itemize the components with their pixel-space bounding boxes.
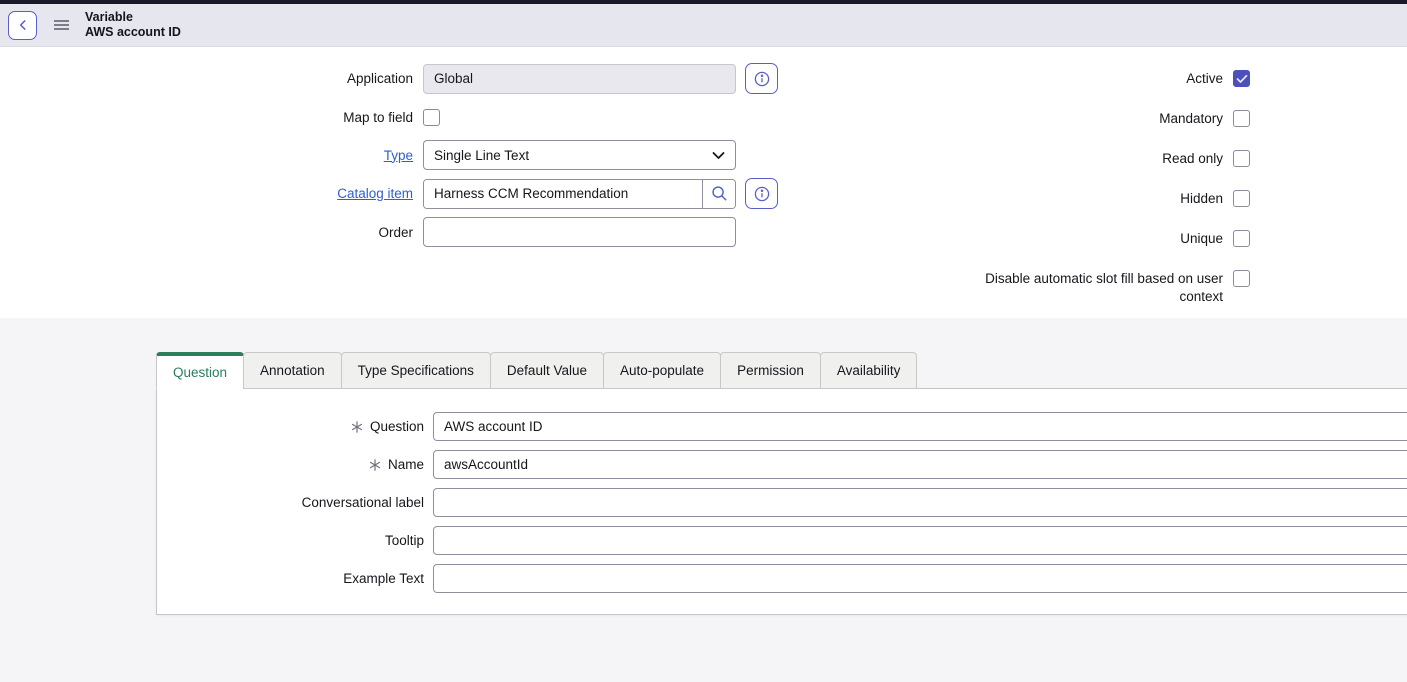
tab-question[interactable]: Question — [156, 352, 244, 389]
read-only-label: Read only — [950, 150, 1233, 168]
name-field[interactable] — [433, 450, 1407, 479]
tab-type-specifications[interactable]: Type Specifications — [341, 352, 491, 389]
page-title: Variable AWS account ID — [85, 10, 181, 40]
read-only-checkbox[interactable] — [1233, 150, 1250, 167]
map-to-field-label: Map to field — [0, 110, 423, 125]
tab-permission[interactable]: Permission — [720, 352, 821, 389]
active-row: Active — [950, 70, 1250, 88]
question-label: Question — [370, 419, 424, 434]
form-left-column: Application Map to field Type Single Lin… — [0, 63, 800, 255]
catalog-item-reference-field — [423, 179, 736, 209]
order-field[interactable] — [423, 217, 736, 247]
unique-checkbox[interactable] — [1233, 230, 1250, 247]
tab-annotation[interactable]: Annotation — [243, 352, 342, 389]
catalog-item-input[interactable] — [424, 180, 702, 208]
mandatory-row: Mandatory — [950, 110, 1250, 128]
form-right-column: Active Mandatory Read only Hidden Unique… — [950, 70, 1250, 306]
chevron-down-icon — [712, 151, 725, 160]
map-to-field-row: Map to field — [0, 102, 800, 132]
type-row: Type Single Line Text — [0, 140, 800, 170]
order-label: Order — [0, 225, 423, 240]
checkmark-icon — [1236, 74, 1248, 84]
hamburger-icon — [54, 19, 69, 31]
info-icon — [754, 186, 770, 202]
active-label: Active — [950, 70, 1233, 88]
app-header: Variable AWS account ID — [0, 4, 1407, 47]
tab-default-value[interactable]: Default Value — [490, 352, 604, 389]
question-field[interactable] — [433, 412, 1407, 441]
active-checkbox[interactable] — [1233, 70, 1250, 87]
question-row: Question — [157, 412, 1407, 441]
required-asterisk-icon — [351, 421, 363, 433]
required-asterisk-icon — [369, 459, 381, 471]
tab-auto-populate[interactable]: Auto-populate — [603, 352, 721, 389]
question-tab-panel: Question Name Conversational label Toolt… — [156, 388, 1407, 615]
catalog-item-info-button[interactable] — [745, 178, 778, 209]
example-text-row: Example Text — [157, 564, 1407, 593]
order-row: Order — [0, 217, 800, 247]
tabbed-section: Question Annotation Type Specifications … — [0, 318, 1407, 682]
disable-slot-fill-label: Disable automatic slot fill based on use… — [950, 270, 1233, 306]
type-select[interactable]: Single Line Text — [423, 140, 736, 170]
hidden-checkbox[interactable] — [1233, 190, 1250, 207]
info-icon — [754, 71, 770, 87]
tab-bar: Question Annotation Type Specifications … — [156, 352, 1407, 389]
context-menu-button[interactable] — [51, 15, 71, 35]
search-icon — [711, 185, 728, 202]
tooltip-label: Tooltip — [385, 533, 424, 548]
mandatory-checkbox[interactable] — [1233, 110, 1250, 127]
catalog-item-lookup-button[interactable] — [702, 180, 735, 208]
mandatory-label: Mandatory — [950, 110, 1233, 128]
hidden-row: Hidden — [950, 190, 1250, 208]
name-row: Name — [157, 450, 1407, 479]
hidden-label: Hidden — [950, 190, 1233, 208]
unique-label: Unique — [950, 230, 1233, 248]
example-text-field[interactable] — [433, 564, 1407, 593]
record-title: AWS account ID — [85, 25, 181, 40]
example-text-label: Example Text — [343, 571, 424, 586]
read-only-row: Read only — [950, 150, 1250, 168]
chevron-left-icon — [16, 18, 30, 32]
tooltip-row: Tooltip — [157, 526, 1407, 555]
conversational-label-field[interactable] — [433, 488, 1407, 517]
application-field[interactable] — [423, 64, 736, 94]
record-type: Variable — [85, 10, 181, 25]
application-info-button[interactable] — [745, 63, 778, 94]
variable-form: Application Map to field Type Single Lin… — [0, 47, 1407, 318]
catalog-item-label-link[interactable]: Catalog item — [337, 186, 413, 201]
type-selected-value: Single Line Text — [434, 148, 712, 163]
catalog-item-row: Catalog item — [0, 178, 800, 209]
application-row: Application — [0, 63, 800, 94]
conversational-label-row: Conversational label — [157, 488, 1407, 517]
type-label-link[interactable]: Type — [384, 148, 413, 163]
application-label: Application — [0, 71, 423, 86]
unique-row: Unique — [950, 230, 1250, 248]
disable-slot-fill-row: Disable automatic slot fill based on use… — [950, 270, 1250, 306]
tooltip-field[interactable] — [433, 526, 1407, 555]
back-button[interactable] — [8, 11, 37, 40]
conversational-label-label: Conversational label — [302, 495, 424, 510]
map-to-field-checkbox[interactable] — [423, 109, 440, 126]
tab-availability[interactable]: Availability — [820, 352, 918, 389]
name-label: Name — [388, 457, 424, 472]
disable-slot-fill-checkbox[interactable] — [1233, 270, 1250, 287]
